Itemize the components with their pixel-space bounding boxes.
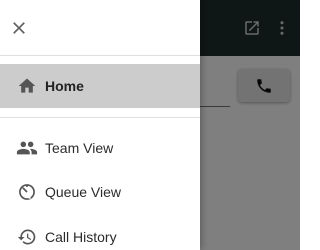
home-icon xyxy=(16,75,38,97)
team-icon xyxy=(16,137,38,159)
app-window: Home Team View Queue View Call History xyxy=(0,0,300,250)
nav-item-label: Call History xyxy=(45,229,117,245)
nav-item-team-view[interactable]: Team View xyxy=(0,126,200,170)
section-divider xyxy=(0,117,200,118)
nav-item-queue-view[interactable]: Queue View xyxy=(0,170,200,214)
drawer-header xyxy=(0,0,200,56)
nav-item-label: Home xyxy=(45,78,84,94)
close-icon xyxy=(9,18,29,38)
header-divider xyxy=(0,55,200,56)
nav-item-label: Queue View xyxy=(45,184,122,200)
nav-item-home[interactable]: Home xyxy=(0,64,200,108)
nav-item-label: Team View xyxy=(45,140,114,156)
history-icon xyxy=(16,226,38,248)
nav-item-call-history[interactable]: Call History xyxy=(0,215,200,250)
queue-timer-icon xyxy=(16,181,38,203)
navigation-drawer: Home Team View Queue View Call History xyxy=(0,0,200,250)
close-button[interactable] xyxy=(7,16,31,40)
